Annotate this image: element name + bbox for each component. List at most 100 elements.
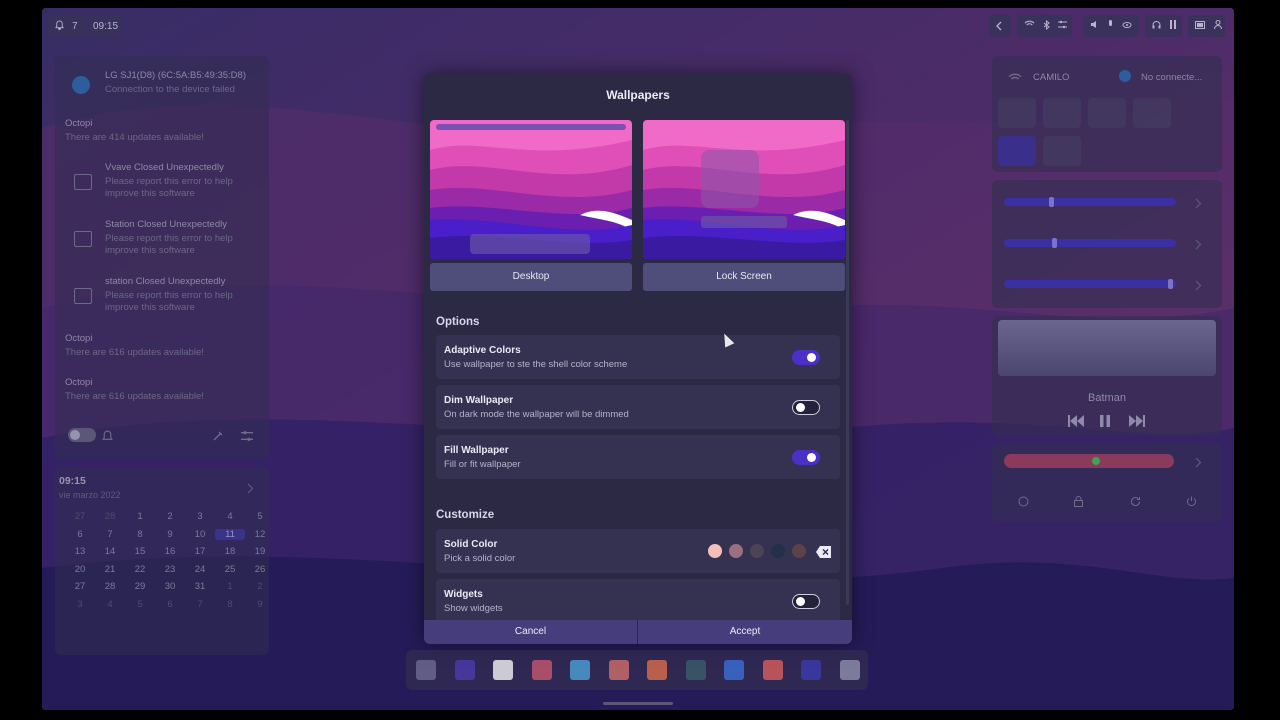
chevron-right-icon[interactable]: [1195, 278, 1202, 296]
calendar-day[interactable]: 16: [155, 546, 185, 557]
power-icon[interactable]: [1186, 494, 1197, 512]
chevron-left-icon[interactable]: [989, 15, 1011, 37]
wifi-label[interactable]: CAMILO: [1033, 72, 1069, 83]
apps-icon[interactable]: [416, 660, 436, 680]
calendar-day[interactable]: 7: [185, 599, 215, 610]
color-swatch[interactable]: [771, 544, 785, 558]
calendar-day[interactable]: 2: [155, 511, 185, 522]
do-not-disturb-toggle[interactable]: [68, 428, 96, 442]
previous-track-icon[interactable]: [1068, 414, 1084, 432]
next-track-icon[interactable]: [1129, 414, 1145, 432]
eye-toggle[interactable]: [998, 136, 1036, 166]
calendar-day[interactable]: 5: [125, 599, 155, 610]
dim-wallpaper-row[interactable]: Dim Wallpaper On dark mode the wallpaper…: [436, 385, 840, 429]
chevron-right-icon[interactable]: [247, 481, 254, 499]
camera-icon[interactable]: [801, 660, 821, 680]
calendar-day[interactable]: 23: [155, 564, 185, 575]
desktop-button[interactable]: Desktop: [430, 263, 632, 291]
calendar-day[interactable]: 20: [65, 564, 95, 575]
cancel-button[interactable]: Cancel: [424, 620, 637, 644]
desktop-wallpaper-preview[interactable]: [430, 120, 632, 259]
calendar-day[interactable]: 8: [125, 529, 155, 540]
calendar-day[interactable]: 28: [95, 511, 125, 522]
color-swatch[interactable]: [750, 544, 764, 558]
calendar-day[interactable]: 3: [185, 511, 215, 522]
window-icon[interactable]: [839, 660, 860, 680]
fill-wallpaper-toggle[interactable]: [792, 450, 820, 465]
dim-wallpaper-toggle[interactable]: [792, 400, 820, 415]
clear-color-icon[interactable]: [816, 545, 831, 563]
audio-indicators[interactable]: [1083, 15, 1139, 37]
files-icon[interactable]: [570, 660, 590, 680]
calendar-day[interactable]: 9: [155, 529, 185, 540]
audio-icon[interactable]: [531, 660, 552, 680]
calendar-day[interactable]: 24: [185, 564, 215, 575]
calendar-day[interactable]: 29: [125, 581, 155, 592]
calendar-day[interactable]: 18: [215, 546, 245, 557]
sleep-icon[interactable]: [1018, 494, 1029, 512]
calendar-day[interactable]: 22: [125, 564, 155, 575]
calendar-day[interactable]: 13: [65, 546, 95, 557]
calendar-day[interactable]: 9: [245, 599, 275, 610]
clock[interactable]: 09:15: [89, 15, 121, 37]
calendar-day[interactable]: 28: [95, 581, 125, 592]
accept-button[interactable]: Accept: [638, 620, 852, 644]
calendar-day[interactable]: 26: [245, 564, 275, 575]
adaptive-colors-row[interactable]: Adaptive Colors Use wallpaper to ste the…: [436, 335, 840, 379]
terminal-icon[interactable]: [685, 660, 706, 680]
microphone-toggle[interactable]: [998, 98, 1036, 128]
flashlight-toggle[interactable]: [1133, 98, 1171, 128]
calendar-icon[interactable]: [762, 660, 783, 680]
calendar-day[interactable]: 2: [245, 581, 275, 592]
bluetooth-label[interactable]: No connecte...: [1141, 72, 1202, 83]
maui-icon[interactable]: [724, 660, 744, 680]
widgets-toggle[interactable]: [792, 594, 820, 609]
color-swatch[interactable]: [708, 544, 722, 558]
podcast-icon[interactable]: [454, 660, 475, 680]
widgets-row[interactable]: Widgets Show widgets: [436, 579, 840, 623]
color-swatch[interactable]: [729, 544, 743, 558]
notion-icon[interactable]: [493, 660, 513, 680]
calendar-day[interactable]: 7: [95, 529, 125, 540]
media-indicators[interactable]: [1145, 15, 1182, 37]
lockscreen-wallpaper-preview[interactable]: [643, 120, 845, 259]
lockscreen-button[interactable]: Lock Screen: [643, 263, 845, 291]
calendar-day[interactable]: 27: [65, 581, 95, 592]
brightness-slider[interactable]: [1004, 279, 1176, 289]
calendar-day[interactable]: 4: [95, 599, 125, 610]
settings-sliders-icon[interactable]: [241, 429, 253, 447]
airplane-toggle[interactable]: [1043, 98, 1081, 128]
calendar-day[interactable]: 17: [185, 546, 215, 557]
volume-slider[interactable]: [1004, 197, 1176, 207]
chevron-right-icon[interactable]: [1195, 237, 1202, 255]
calendar-day[interactable]: 21: [95, 564, 125, 575]
color-swatch[interactable]: [792, 544, 806, 558]
calendar-day[interactable]: 25: [215, 564, 245, 575]
calendar-day[interactable]: 6: [65, 529, 95, 540]
scrollbar[interactable]: [846, 120, 849, 605]
store-icon[interactable]: [647, 660, 667, 680]
settings-toggle[interactable]: [1043, 136, 1081, 166]
clear-all-icon[interactable]: [212, 429, 224, 447]
calendar-day[interactable]: 6: [155, 599, 185, 610]
calendar-day[interactable]: 19: [245, 546, 275, 557]
calendar-day[interactable]: 1: [215, 581, 245, 592]
calendar-day[interactable]: 1: [125, 511, 155, 522]
pause-icon[interactable]: [1100, 414, 1110, 432]
restart-icon[interactable]: [1130, 494, 1141, 512]
calendar-day[interactable]: 4: [215, 511, 245, 522]
calendar-day[interactable]: 27: [65, 511, 95, 522]
chevron-right-icon[interactable]: [1195, 455, 1202, 473]
adaptive-colors-toggle[interactable]: [792, 350, 820, 365]
calendar-day[interactable]: 11: [215, 528, 245, 540]
calendar-day[interactable]: 8: [215, 599, 245, 610]
chevron-right-icon[interactable]: [1195, 196, 1202, 214]
fill-wallpaper-row[interactable]: Fill Wallpaper Fill or fit wallpaper: [436, 435, 840, 479]
calendar-day[interactable]: 14: [95, 546, 125, 557]
calendar-day[interactable]: 3: [65, 599, 95, 610]
calendar-day[interactable]: 12: [245, 529, 275, 540]
lock-icon[interactable]: [1074, 494, 1083, 512]
screenshot-toggle[interactable]: [1088, 98, 1126, 128]
gallery-icon[interactable]: [608, 660, 629, 680]
calendar-day[interactable]: 30: [155, 581, 185, 592]
